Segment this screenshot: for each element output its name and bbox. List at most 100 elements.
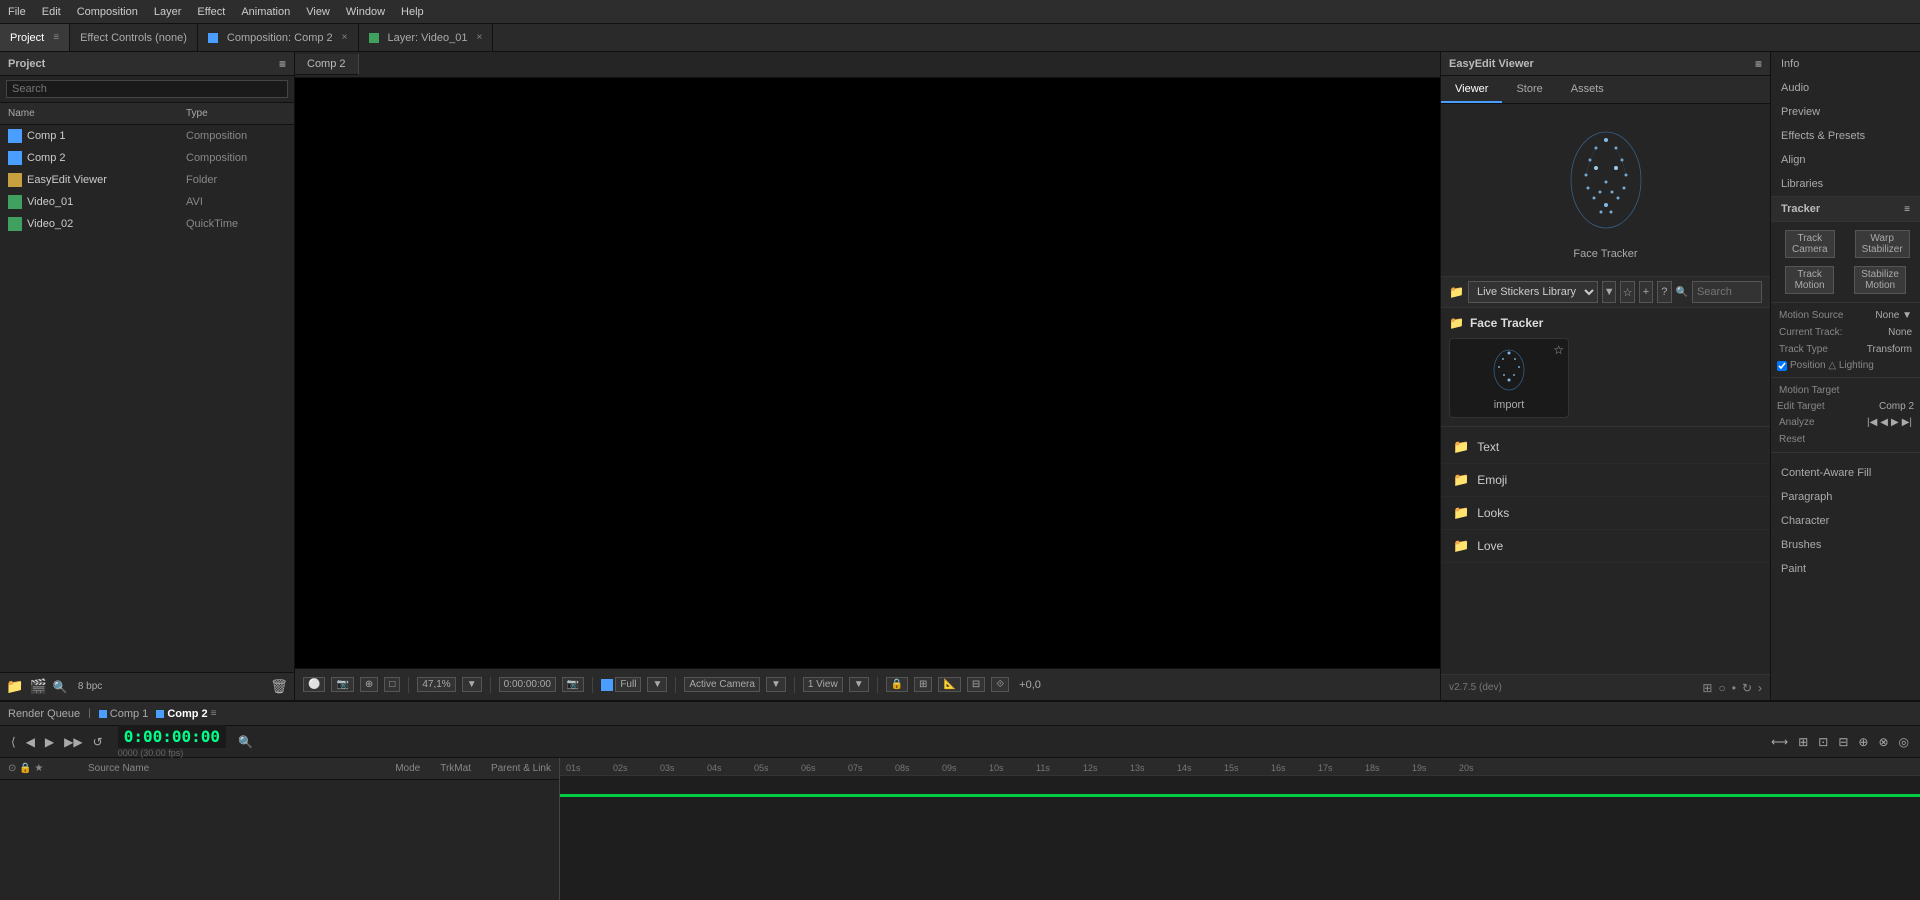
viewer-view-dropdown[interactable]: ▼ xyxy=(849,677,869,692)
tl-ctrl7[interactable]: ◎ xyxy=(1896,734,1912,750)
sticker-import-item[interactable]: ☆ xyxy=(1449,338,1569,418)
audio-item[interactable]: Audio xyxy=(1771,76,1920,100)
menu-effect[interactable]: Effect xyxy=(197,6,225,18)
footer-dot-icon[interactable]: • xyxy=(1732,681,1736,695)
project-item-video01[interactable]: Video_01 AVI xyxy=(0,191,294,213)
tl-ctrl1[interactable]: ⟷ xyxy=(1768,734,1791,750)
position-checkbox[interactable] xyxy=(1777,361,1787,371)
tl-ctrl5[interactable]: ⊕ xyxy=(1855,734,1871,750)
timeline-search-icon[interactable]: 🔍 xyxy=(238,735,253,749)
viewer-camera-btn[interactable]: Active Camera xyxy=(684,677,760,692)
play-icon[interactable]: ▶ xyxy=(42,734,57,750)
align-item[interactable]: Align xyxy=(1771,148,1920,172)
project-search-box[interactable] xyxy=(0,76,294,103)
new-comp-icon[interactable]: 🎬 xyxy=(29,678,46,695)
project-item-comp1[interactable]: Comp 1 Composition xyxy=(0,125,294,147)
menu-layer[interactable]: Layer xyxy=(154,6,182,18)
menu-animation[interactable]: Animation xyxy=(241,6,290,18)
library-select[interactable]: Live Stickers Library xyxy=(1468,281,1598,303)
step-back-icon[interactable]: ◀ xyxy=(23,734,38,750)
library-help-btn[interactable]: ? xyxy=(1657,281,1671,303)
project-item-video02[interactable]: Video_02 QuickTime xyxy=(0,213,294,235)
viewer-quality-label[interactable]: Full xyxy=(615,677,641,692)
analyze-next-btn[interactable]: ▶ xyxy=(1891,417,1899,428)
viewer-ctrl-target-icon[interactable]: ⊕ xyxy=(360,677,378,692)
content-aware-fill-item[interactable]: Content-Aware Fill xyxy=(1771,461,1920,485)
paragraph-item[interactable]: Paragraph xyxy=(1771,485,1920,509)
tab-assets[interactable]: Assets xyxy=(1557,76,1618,103)
character-item[interactable]: Character xyxy=(1771,509,1920,533)
project-search-input[interactable] xyxy=(6,80,288,98)
project-panel-tab[interactable]: Project ≡ xyxy=(0,24,70,51)
easyedit-menu-icon[interactable]: ≡ xyxy=(1755,57,1762,71)
footer-arrow-icon[interactable]: › xyxy=(1758,681,1762,695)
category-looks[interactable]: 📁 Looks xyxy=(1441,497,1770,530)
viewer-camera-dropdown[interactable]: ▼ xyxy=(766,677,786,692)
loop-icon[interactable]: ↺ xyxy=(90,734,106,750)
warp-stabilizer-btn[interactable]: Warp Stabilizer xyxy=(1855,230,1910,258)
footer-grid-icon[interactable]: ⊞ xyxy=(1702,681,1712,695)
menu-file[interactable]: File xyxy=(8,6,26,18)
comp2-tab-menu[interactable]: ≡ xyxy=(211,708,217,719)
analyze-fwd-btn[interactable]: ▶| xyxy=(1902,417,1912,428)
category-text[interactable]: 📁 Text xyxy=(1441,431,1770,464)
tl-ctrl2[interactable]: ⊞ xyxy=(1795,734,1811,750)
viewer-timecode[interactable]: 0:00:00:00 xyxy=(499,677,556,692)
library-search-input[interactable] xyxy=(1692,281,1762,303)
viewer-lock-icon[interactable]: 🔒 xyxy=(886,677,908,692)
effect-controls-tab[interactable]: Effect Controls (none) xyxy=(70,24,198,51)
brushes-item[interactable]: Brushes xyxy=(1771,533,1920,557)
paint-item[interactable]: Paint xyxy=(1771,557,1920,581)
layer-tab-close[interactable]: × xyxy=(476,32,482,43)
category-love[interactable]: 📁 Love xyxy=(1441,530,1770,563)
viewer-quality-btn[interactable]: ▼ xyxy=(462,677,482,692)
viewer-zoom-level[interactable]: 47,1% xyxy=(417,677,455,692)
viewer-view-count[interactable]: 1 View xyxy=(803,677,843,692)
comp-tab-close[interactable]: × xyxy=(342,32,348,43)
tracker-menu-icon[interactable]: ≡ xyxy=(1904,204,1910,215)
tl-ctrl3[interactable]: ⊡ xyxy=(1815,734,1831,750)
tab-store[interactable]: Store xyxy=(1502,76,1556,103)
viewer-ctrl-preview-icon[interactable]: ⚪ xyxy=(303,677,325,692)
category-emoji[interactable]: 📁 Emoji xyxy=(1441,464,1770,497)
project-item-comp2[interactable]: Comp 2 Composition xyxy=(0,147,294,169)
comp2-tab[interactable]: Comp 2 xyxy=(295,54,359,75)
info-item[interactable]: Info xyxy=(1771,52,1920,76)
project-tab-close[interactable]: ≡ xyxy=(53,32,59,43)
preview-item[interactable]: Preview xyxy=(1771,100,1920,124)
track-motion-btn[interactable]: Track Motion xyxy=(1785,266,1834,294)
viewer-ruler-icon[interactable]: 📐 xyxy=(938,677,960,692)
menu-composition[interactable]: Composition xyxy=(77,6,138,18)
comp1-tab-header[interactable]: Comp 1 xyxy=(99,708,149,720)
viewer-ctrl-transparency-icon[interactable]: □ xyxy=(384,677,400,692)
analyze-back-btn[interactable]: |◀ xyxy=(1867,417,1877,428)
library-star-btn[interactable]: ☆ xyxy=(1620,281,1634,303)
play-back-icon[interactable]: ⟨ xyxy=(8,734,19,750)
delete-icon[interactable]: 🗑 xyxy=(270,678,288,695)
menu-edit[interactable]: Edit xyxy=(42,6,61,18)
menu-help[interactable]: Help xyxy=(401,6,424,18)
viewer-grid-icon[interactable]: ⊞ xyxy=(914,677,932,692)
footer-circle-icon[interactable]: ○ xyxy=(1718,681,1725,695)
viewer-quality-dropdown[interactable]: ▼ xyxy=(647,677,667,692)
step-fwd-icon[interactable]: ▶▶ xyxy=(61,734,85,750)
menu-window[interactable]: Window xyxy=(346,6,385,18)
viewer-snapshot-btn2[interactable]: 📷 xyxy=(562,677,584,692)
new-folder-icon[interactable]: 📁 xyxy=(6,678,23,695)
search-timeline[interactable]: 🔍 xyxy=(238,735,253,749)
project-item-easyedit[interactable]: EasyEdit Viewer Folder xyxy=(0,169,294,191)
layer-panel-tab[interactable]: Layer: Video_01 × xyxy=(359,24,494,51)
tab-viewer[interactable]: Viewer xyxy=(1441,76,1502,103)
viewer-guide-icon[interactable]: ⊟ xyxy=(967,677,985,692)
effects-presets-item[interactable]: Effects & Presets xyxy=(1771,124,1920,148)
menu-view[interactable]: View xyxy=(306,6,330,18)
sticker-fav-icon[interactable]: ☆ xyxy=(1553,343,1564,357)
library-add-btn[interactable]: + xyxy=(1639,281,1653,303)
libraries-item[interactable]: Libraries xyxy=(1771,172,1920,196)
search-icon[interactable]: 🔍 xyxy=(53,680,68,694)
analyze-prev-btn[interactable]: ◀ xyxy=(1880,417,1888,428)
stabilize-motion-btn[interactable]: Stabilize Motion xyxy=(1854,266,1906,294)
track-camera-btn[interactable]: Track Camera xyxy=(1785,230,1835,258)
footer-refresh-icon[interactable]: ↻ xyxy=(1742,681,1752,695)
tl-ctrl6[interactable]: ⊗ xyxy=(1875,734,1891,750)
